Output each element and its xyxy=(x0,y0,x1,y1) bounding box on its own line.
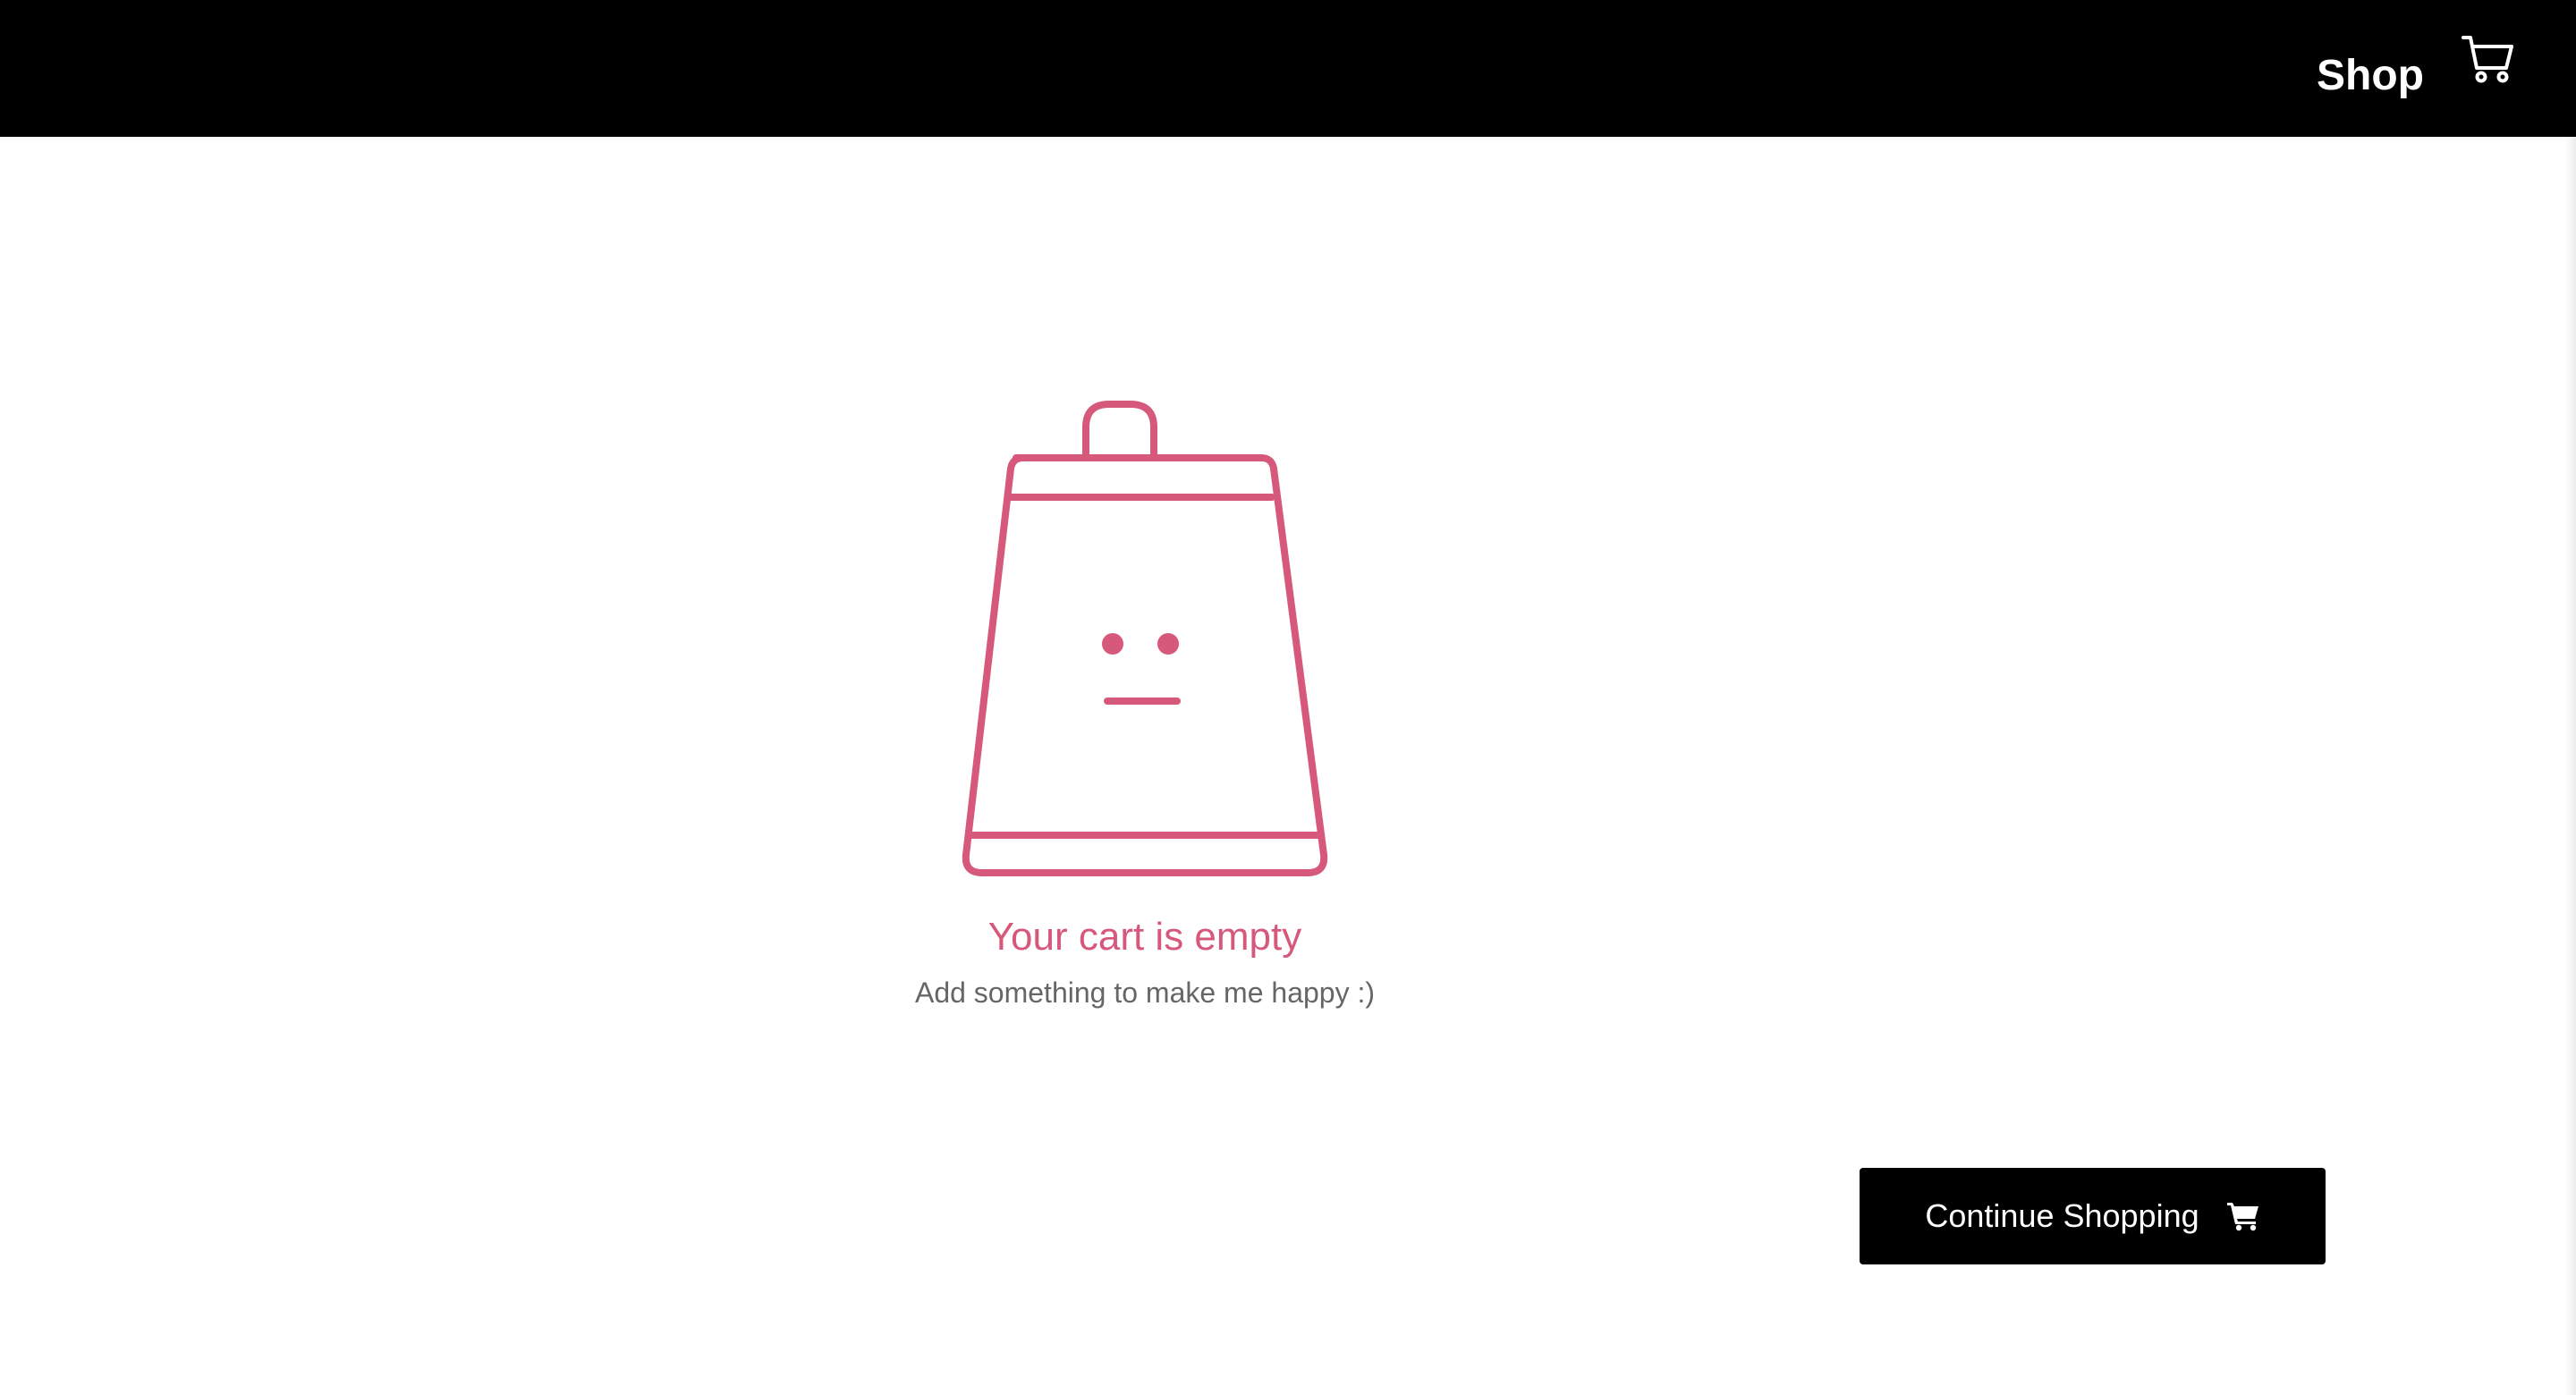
scrollbar-edge xyxy=(2565,137,2576,1395)
top-navbar: Shop xyxy=(0,0,2576,137)
continue-shopping-label: Continue Shopping xyxy=(1925,1197,2199,1234)
right-eye xyxy=(1157,633,1179,655)
left-eye xyxy=(1102,633,1123,655)
shop-link[interactable]: Shop xyxy=(2317,46,2424,106)
cart-icon[interactable] xyxy=(2460,32,2517,89)
cart-solid-icon xyxy=(2226,1201,2260,1231)
empty-shopping-bag-face-icon xyxy=(948,376,1342,885)
continue-shopping-button[interactable]: Continue Shopping xyxy=(1860,1168,2326,1264)
empty-cart-title: Your cart is empty xyxy=(987,915,1302,959)
empty-cart-subtitle: Add something to make me happy :) xyxy=(914,976,1376,1009)
